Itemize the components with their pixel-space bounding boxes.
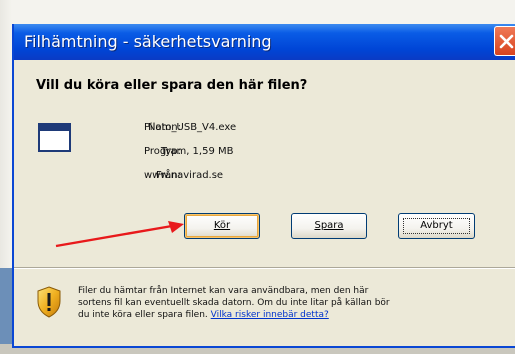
divider (14, 267, 515, 269)
run-button[interactable]: Kör (184, 213, 260, 239)
close-button[interactable] (494, 26, 515, 56)
application-icon (38, 123, 71, 152)
file-type-value: Program, 1,59 MB (144, 146, 234, 157)
security-warning-text: Filer du hämtar från Internet kan vara a… (78, 285, 508, 321)
dialog-question: Vill du köra eller spara den här filen? (36, 78, 308, 93)
file-name-value: Piloto_USB_V4.exe (144, 122, 237, 133)
warning-line-2: sortens fil kan eventuellt skada datorn.… (78, 298, 390, 308)
title-bar[interactable]: Filhämtning - säkerhetsvarning (14, 24, 515, 60)
save-button[interactable]: Spara (291, 213, 367, 239)
security-warning-dialog: Filhämtning - säkerhetsvarning Vill du k… (12, 24, 515, 348)
background-window-strip (0, 268, 12, 354)
close-icon (499, 34, 514, 49)
warning-line-1: Filer du hämtar från Internet kan vara a… (78, 286, 369, 296)
shield-warning-icon (37, 286, 61, 318)
warning-line-3: du inte köra eller spara filen. Vilka ri… (78, 309, 508, 321)
warning-line-3-text: du inte köra eller spara filen. (78, 310, 208, 320)
dialog-title: Filhämtning - säkerhetsvarning (24, 32, 272, 51)
run-button-label: Kör (213, 220, 231, 231)
red-arrow-icon (55, 221, 184, 248)
file-source-value: www.navirad.se (144, 170, 224, 181)
application-icon-titlebar (40, 125, 69, 131)
cancel-button[interactable]: Avbryt (398, 213, 475, 239)
save-button-label: Spara (314, 220, 344, 231)
risks-link[interactable]: Vilka risker innebär detta? (211, 310, 329, 320)
cancel-focus-outline (403, 218, 470, 234)
